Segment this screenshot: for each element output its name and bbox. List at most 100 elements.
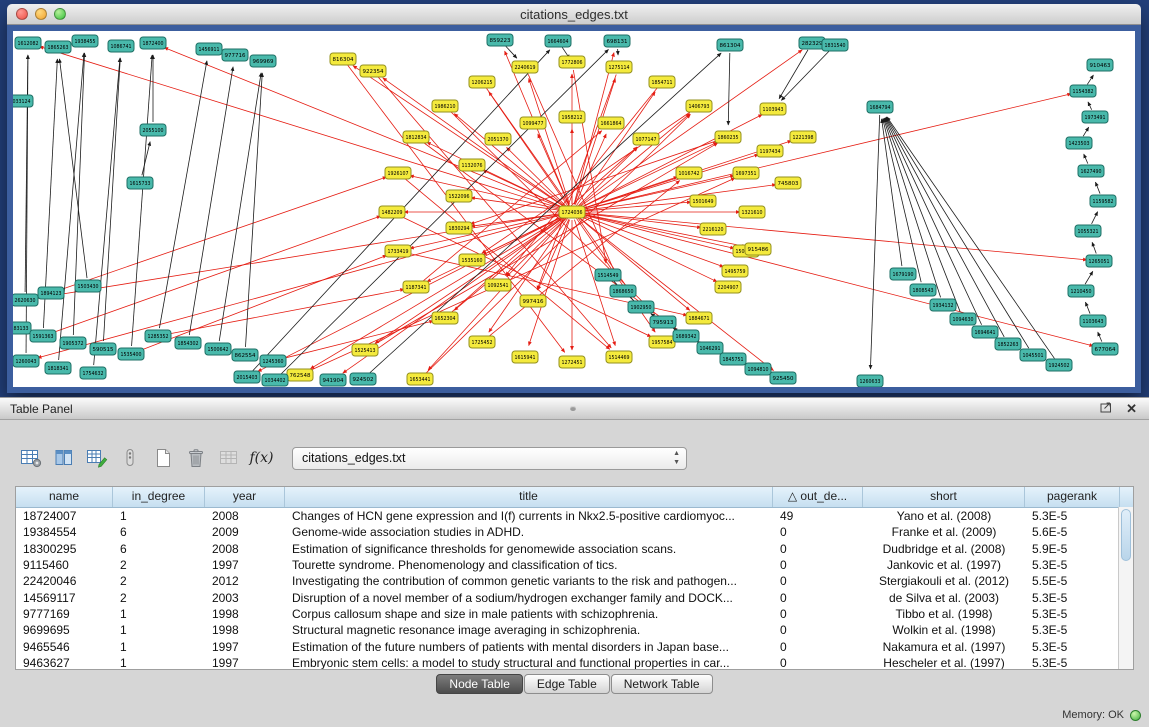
graph-node[interactable]: 1522096 xyxy=(446,190,472,202)
column-header-year[interactable]: year xyxy=(205,487,285,507)
new-table-button[interactable] xyxy=(148,444,177,472)
cell-short[interactable]: Yano et al. (2008) xyxy=(863,509,1025,523)
graph-node[interactable]: 1046291 xyxy=(697,342,723,354)
cell-title[interactable]: Tourette syndrome. Phenomenology and cla… xyxy=(285,558,773,572)
graph-node[interactable]: 861304 xyxy=(717,39,743,51)
network-canvas[interactable]: 1724036181283419862101206215224061917728… xyxy=(7,25,1141,393)
cell-year[interactable]: 1997 xyxy=(205,640,285,654)
cell-short[interactable]: Stergiakouli et al. (2012) xyxy=(863,574,1025,588)
cell-short[interactable]: Wolkin et al. (1998) xyxy=(863,623,1025,637)
tab-node-table[interactable]: Node Table xyxy=(436,674,523,694)
graph-node[interactable]: 1615941 xyxy=(512,351,538,363)
graph-node[interactable]: 1275114 xyxy=(606,61,632,73)
graph-node[interactable]: 1615733 xyxy=(127,177,153,189)
cell-name[interactable]: 18724007 xyxy=(16,509,113,523)
graph-node[interactable]: 1535400 xyxy=(118,348,144,360)
graph-node[interactable]: 1501649 xyxy=(690,195,716,207)
cell-name[interactable]: 9777169 xyxy=(16,607,113,621)
cell-in_degree[interactable]: 2 xyxy=(113,591,205,605)
graph-node[interactable]: 1086741 xyxy=(108,40,134,52)
cell-out_de[interactable]: 0 xyxy=(773,558,863,572)
graph-node[interactable]: 1260043 xyxy=(13,355,39,367)
graph-node[interactable]: 1034402 xyxy=(262,374,288,386)
cell-pagerank[interactable]: 5.5E-5 xyxy=(1025,574,1120,588)
graph-node[interactable]: 1094630 xyxy=(950,313,976,325)
cell-title[interactable]: Estimation of significance thresholds fo… xyxy=(285,542,773,556)
column-header-pagerank[interactable]: pagerank xyxy=(1025,487,1120,507)
primary-key-button[interactable] xyxy=(115,444,144,472)
graph-node[interactable]: 1260633 xyxy=(857,375,883,387)
graph-node[interactable]: 1099477 xyxy=(520,117,546,129)
graph-node[interactable]: 941904 xyxy=(320,374,346,386)
graph-node[interactable]: 1724036 xyxy=(559,206,585,218)
column-header-out_de[interactable]: △ out_de... xyxy=(773,487,863,507)
graph-node[interactable]: 1725452 xyxy=(469,336,495,348)
graph-node[interactable]: 1986210 xyxy=(432,100,458,112)
cell-short[interactable]: de Silva et al. (2003) xyxy=(863,591,1025,605)
graph-node[interactable]: 1772806 xyxy=(559,56,585,68)
cell-year[interactable]: 1997 xyxy=(205,656,285,670)
cell-title[interactable]: Genome-wide association studies in ADHD. xyxy=(285,525,773,539)
cell-in_degree[interactable]: 1 xyxy=(113,656,205,670)
cell-short[interactable]: Hescheler et al. (1997) xyxy=(863,656,1025,670)
graph-node[interactable]: 1187341 xyxy=(403,281,429,293)
cell-pagerank[interactable]: 5.9E-5 xyxy=(1025,542,1120,556)
close-panel-icon[interactable]: ✕ xyxy=(1126,402,1137,415)
graph-node[interactable]: 1265051 xyxy=(1086,255,1112,267)
graph-node[interactable]: 1812834 xyxy=(403,131,429,143)
graph-node[interactable]: 590515 xyxy=(90,343,116,355)
function-builder-button[interactable]: f(x) xyxy=(247,444,276,472)
cell-title[interactable]: Embryonic stem cells: a model to study s… xyxy=(285,656,773,670)
column-header-title[interactable]: title xyxy=(285,487,773,507)
graph-node[interactable]: 1818341 xyxy=(45,362,71,374)
graph-node[interactable]: 2055100 xyxy=(140,124,166,136)
cell-out_de[interactable]: 0 xyxy=(773,525,863,539)
graph-node[interactable]: 1973491 xyxy=(1082,111,1108,123)
cell-name[interactable]: 22420046 xyxy=(16,574,113,588)
tab-network-table[interactable]: Network Table xyxy=(611,674,713,694)
cell-title[interactable]: Corpus callosum shape and size in male p… xyxy=(285,607,773,621)
graph-node[interactable]: 925450 xyxy=(770,372,796,384)
graph-node[interactable]: 745803 xyxy=(775,177,801,189)
graph-node[interactable]: 1456911 xyxy=(196,43,222,55)
cell-title[interactable]: Structural magnetic resonance image aver… xyxy=(285,623,773,637)
column-header-in_degree[interactable]: in_degree xyxy=(113,487,205,507)
graph-node[interactable]: 762548 xyxy=(287,369,313,381)
graph-node[interactable]: 2015403 xyxy=(234,371,260,383)
graph-node[interactable]: 1321610 xyxy=(739,206,765,218)
graph-node[interactable]: 795913 xyxy=(650,316,676,328)
cell-year[interactable]: 1998 xyxy=(205,623,285,637)
graph-node[interactable]: 1652304 xyxy=(432,312,458,324)
cell-in_degree[interactable]: 2 xyxy=(113,574,205,588)
cell-short[interactable]: Tibbo et al. (1998) xyxy=(863,607,1025,621)
cell-short[interactable]: Franke et al. (2009) xyxy=(863,525,1025,539)
tab-edge-table[interactable]: Edge Table xyxy=(524,674,610,694)
graph-node[interactable]: 924502 xyxy=(350,373,376,385)
graph-node[interactable]: 1094810 xyxy=(745,363,771,375)
edit-table-button[interactable] xyxy=(82,444,111,472)
graph-node[interactable]: 1103943 xyxy=(760,103,786,115)
cell-name[interactable]: 9115460 xyxy=(16,558,113,572)
graph-node[interactable]: 2051370 xyxy=(485,133,511,145)
cell-out_de[interactable]: 0 xyxy=(773,591,863,605)
graph-node[interactable]: 1183133 xyxy=(13,322,31,334)
graph-node[interactable]: 1500642 xyxy=(205,343,231,355)
cell-year[interactable]: 2008 xyxy=(205,509,285,523)
graph-node[interactable]: 1684794 xyxy=(867,101,893,113)
graph-node[interactable]: 1612082 xyxy=(15,37,41,49)
cell-out_de[interactable]: 0 xyxy=(773,656,863,670)
graph-node[interactable]: 977716 xyxy=(222,49,248,61)
graph-node[interactable]: 1830294 xyxy=(446,222,472,234)
graph-node[interactable]: 1103643 xyxy=(1080,315,1106,327)
cell-in_degree[interactable]: 1 xyxy=(113,509,205,523)
cell-title[interactable]: Estimation of the future numbers of pati… xyxy=(285,640,773,654)
graph-node[interactable]: 1664604 xyxy=(545,35,571,47)
graph-node[interactable]: 1285352 xyxy=(145,330,171,342)
float-panel-icon[interactable] xyxy=(1100,401,1113,416)
graph-node[interactable]: 1894123 xyxy=(38,287,64,299)
graph-node[interactable]: 1221398 xyxy=(790,131,816,143)
graph-node[interactable]: 1514469 xyxy=(606,351,632,363)
graph-node[interactable]: 1868650 xyxy=(610,285,636,297)
graph-node[interactable]: 2033124 xyxy=(13,95,33,107)
graph-node[interactable]: 1679190 xyxy=(890,268,916,280)
